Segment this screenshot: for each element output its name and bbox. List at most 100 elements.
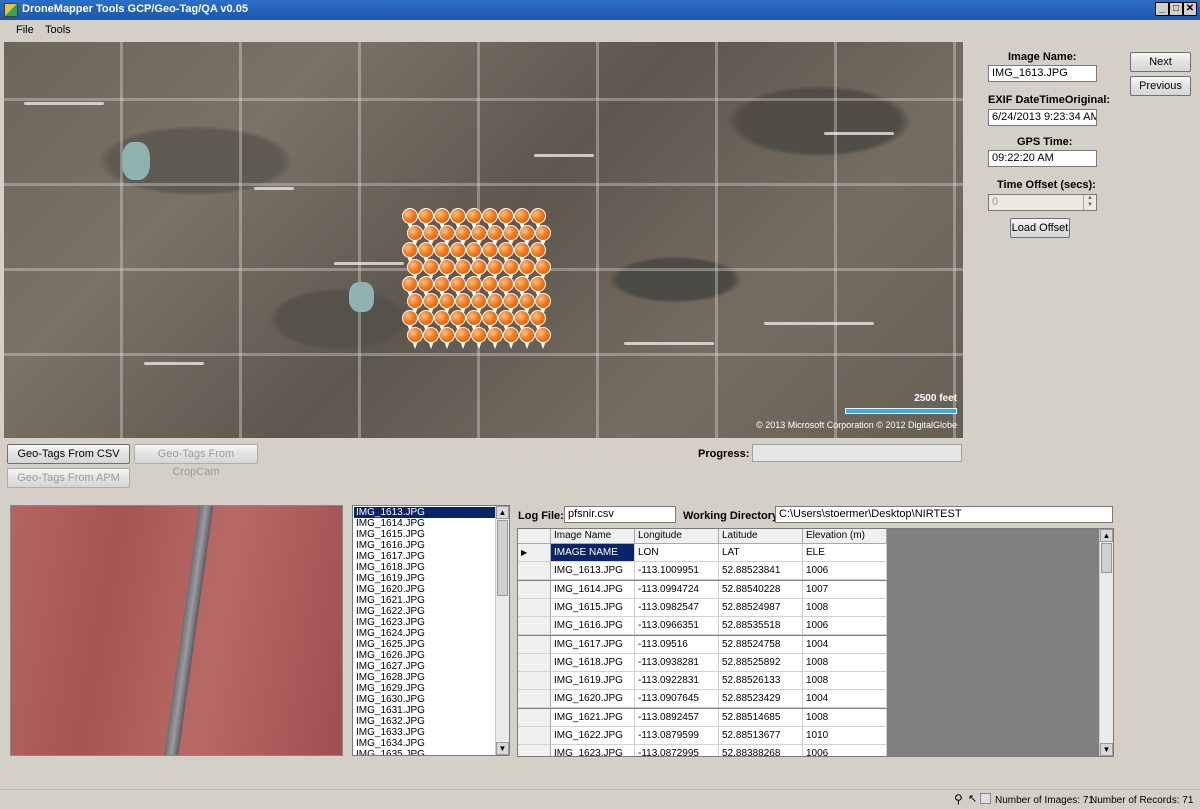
image-list-item[interactable]: IMG_1626.JPG [354,650,496,661]
grid-cell[interactable]: 1006 [803,562,887,581]
grid-row-header[interactable] [518,635,551,654]
image-list-item[interactable]: IMG_1627.JPG [354,661,496,672]
image-list-item[interactable]: IMG_1629.JPG [354,683,496,694]
image-list-scrollbar[interactable]: ▲ ▼ [495,506,509,755]
grid-cell[interactable]: IMAGE NAME [551,544,635,562]
grid-column-header[interactable]: Longitude [635,529,719,544]
grid-row-header[interactable] [518,745,551,756]
grid-cell[interactable]: -113.0994724 [635,580,719,599]
grid-cell[interactable]: -113.1009951 [635,562,719,581]
grid-cell[interactable]: 52.88540228 [719,580,803,599]
image-list-item[interactable]: IMG_1628.JPG [354,672,496,683]
image-list-item[interactable]: IMG_1615.JPG [354,529,496,540]
image-list-item[interactable]: IMG_1614.JPG [354,518,496,529]
menu-file[interactable]: File [16,24,34,36]
grid-cell[interactable]: 1006 [803,617,887,636]
grid-cell[interactable]: 52.88514685 [719,708,803,727]
image-list-item[interactable]: IMG_1631.JPG [354,705,496,716]
grid-row-header[interactable] [518,690,551,709]
image-list-item[interactable]: IMG_1624.JPG [354,628,496,639]
image-list-item[interactable]: IMG_1621.JPG [354,595,496,606]
grid-cell[interactable]: 1004 [803,635,887,654]
grid-cell[interactable]: 1008 [803,708,887,727]
grid-cell[interactable]: IMG_1620.JPG [551,690,635,709]
geotag-pin-icon[interactable] [487,327,503,349]
grid-cell[interactable]: IMG_1619.JPG [551,672,635,691]
grid-scroll-up-icon[interactable]: ▲ [1100,529,1113,542]
log-file-field[interactable]: pfsnir.csv [564,506,676,523]
time-offset-stepper[interactable]: 0 ▲ ▼ [988,194,1097,211]
image-list-item[interactable]: IMG_1616.JPG [354,540,496,551]
grid-cell[interactable]: 52.88523841 [719,562,803,581]
grid-cell[interactable]: 52.88524758 [719,635,803,654]
working-directory-field[interactable]: C:\Users\stoermer\Desktop\NIRTEST [775,506,1113,523]
grid-column-header[interactable]: Image Name [551,529,635,544]
grid-cell[interactable]: -113.0907645 [635,690,719,709]
grid-cell[interactable]: IMG_1616.JPG [551,617,635,636]
image-list-item[interactable]: IMG_1632.JPG [354,716,496,727]
grid-column-header[interactable]: Latitude [719,529,803,544]
grid-cell[interactable]: LON [635,544,719,562]
close-button[interactable]: ✕ [1183,2,1197,16]
grid-cell[interactable]: -113.0938281 [635,653,719,672]
geotag-pin-icon[interactable] [423,327,439,349]
grid-cell[interactable]: 52.88523429 [719,690,803,709]
image-list-item[interactable]: IMG_1630.JPG [354,694,496,705]
geotag-pin-icon[interactable] [519,327,535,349]
next-button[interactable]: Next [1130,52,1191,72]
previous-button[interactable]: Previous [1130,76,1191,96]
geotag-pin-icon[interactable] [503,327,519,349]
scroll-thumb[interactable] [497,520,508,596]
grid-row-header[interactable] [518,672,551,691]
grid-cell[interactable]: IMG_1614.JPG [551,580,635,599]
exif-datetime-field[interactable]: 6/24/2013 9:23:34 AM [988,109,1097,126]
grid-cell[interactable]: -113.0872995 [635,745,719,756]
load-offset-button[interactable]: Load Offset [1010,218,1070,238]
grid-cell[interactable]: 1010 [803,727,887,745]
grid-cell[interactable]: 1004 [803,690,887,709]
grid-row-header[interactable] [518,708,551,727]
image-list-item[interactable]: IMG_1623.JPG [354,617,496,628]
grid-column-header[interactable]: Elevation (m) [803,529,887,544]
geotag-pin-icon[interactable] [407,327,423,349]
grid-scroll-thumb[interactable] [1101,543,1112,573]
grid-cell[interactable]: -113.0892457 [635,708,719,727]
image-list-item[interactable]: IMG_1635.JPG [354,749,496,755]
image-list-item[interactable]: IMG_1617.JPG [354,551,496,562]
grid-row-header[interactable] [518,617,551,636]
geotag-data-grid[interactable]: Image Name Longitude Latitude Elevation (m)… [517,528,1114,757]
geotag-pin-icon[interactable] [471,327,487,349]
grid-cell[interactable]: IMG_1613.JPG [551,562,635,581]
grid-row-header[interactable] [518,727,551,745]
image-listbox[interactable]: IMG_1613.JPG IMG_1614.JPG IMG_1615.JPG IMG_… [352,505,510,756]
grid-cell[interactable]: 52.88526133 [719,672,803,691]
image-list-item[interactable]: IMG_1619.JPG [354,573,496,584]
image-list-item[interactable]: IMG_1625.JPG [354,639,496,650]
grid-cell[interactable]: -113.0922831 [635,672,719,691]
grid-cell[interactable]: -113.0982547 [635,598,719,617]
grid-cell[interactable]: 1008 [803,672,887,691]
grid-cell[interactable]: 1008 [803,598,887,617]
grid-cell[interactable]: 1008 [803,653,887,672]
maximize-button[interactable]: □ [1169,2,1183,16]
image-list-item[interactable]: IMG_1613.JPG [354,507,496,518]
grid-row-header[interactable]: ▶ [518,544,551,562]
grid-row-header[interactable] [518,598,551,617]
grid-cell[interactable]: 52.88513677 [719,727,803,745]
magnifier-icon[interactable]: ⚲ [954,792,963,806]
grid-cell[interactable]: 52.88388268 [719,745,803,756]
geotags-from-csv-button[interactable]: Geo-Tags From CSV [7,444,130,464]
geotags-from-apm-button[interactable]: Geo-Tags From APM [7,468,130,488]
grid-cell[interactable]: 52.88524987 [719,598,803,617]
image-list-item[interactable]: IMG_1633.JPG [354,727,496,738]
grid-cell[interactable]: IMG_1623.JPG [551,745,635,756]
image-list-item[interactable]: IMG_1620.JPG [354,584,496,595]
grid-cell[interactable]: 1006 [803,745,887,756]
geotags-from-cropcam-button[interactable]: Geo-Tags From CropCam [134,444,258,478]
satellite-map[interactable]: 2500 feet © 2013 Microsoft Corporation ©… [4,42,963,438]
grid-cell[interactable]: IMG_1617.JPG [551,635,635,654]
grid-row-header[interactable] [518,580,551,599]
grid-cell[interactable]: 52.88525892 [719,653,803,672]
grid-cell[interactable]: ELE [803,544,887,562]
minimize-button[interactable]: _ [1155,2,1169,16]
